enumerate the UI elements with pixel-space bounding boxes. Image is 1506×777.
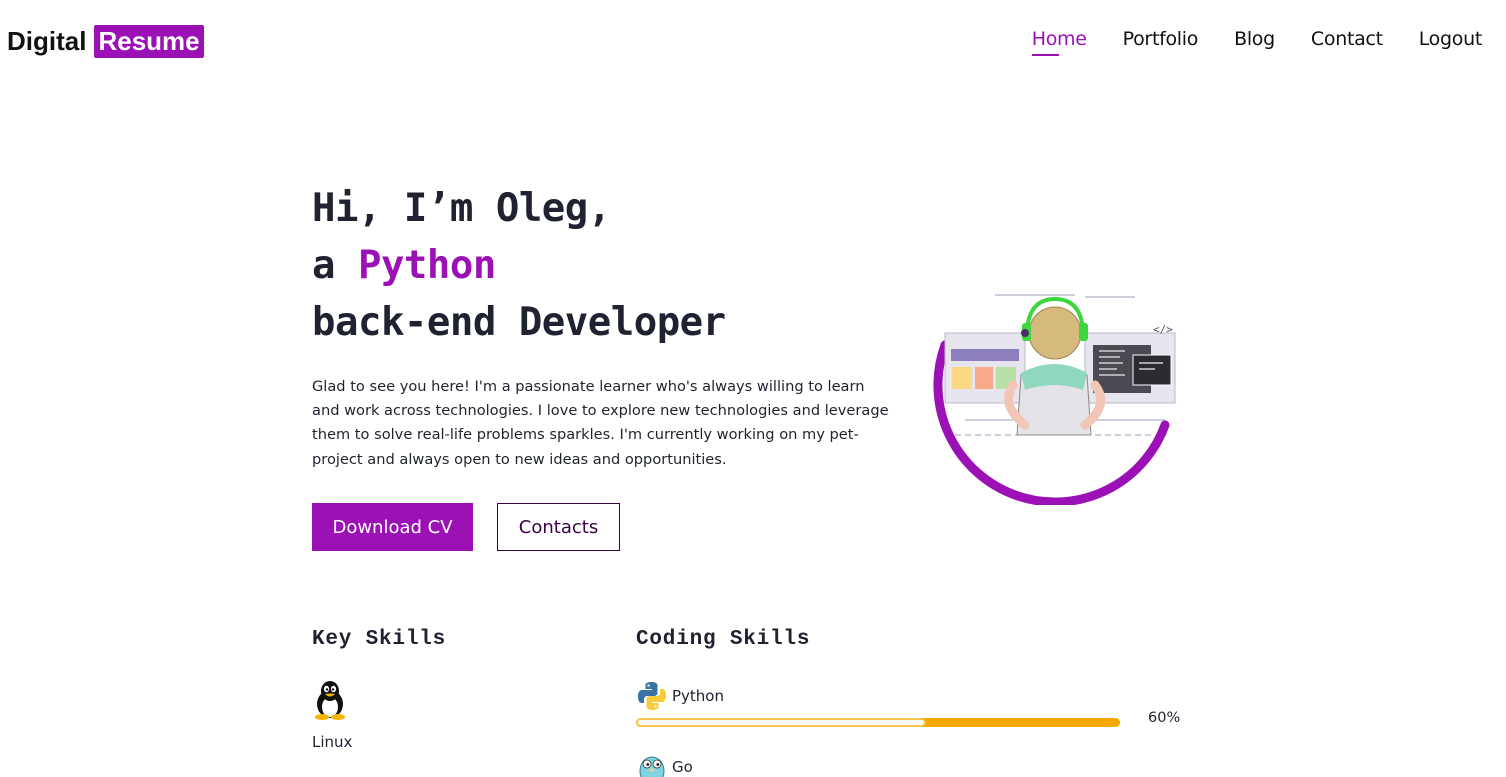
coding-skill-go: Go xyxy=(636,754,836,777)
logo-text-digital: Digital xyxy=(7,26,87,56)
coding-skill-name: Python xyxy=(672,687,724,705)
key-skills-heading: Key Skills xyxy=(312,628,447,651)
skill-progress-bar xyxy=(636,718,1120,727)
developer-at-desk-illustration: </> xyxy=(933,294,1176,505)
hero-title: Hi, I’m Oleg, a Python back-end Develope… xyxy=(312,180,726,351)
nav-contact[interactable]: Contact xyxy=(1311,28,1383,50)
key-skill-label: Linux xyxy=(312,733,353,751)
hero-title-accent: Python xyxy=(357,243,496,288)
hero-title-line1: Hi, I’m Oleg, xyxy=(312,186,611,231)
nav-home[interactable]: Home xyxy=(1031,28,1087,56)
skill-percent: 60% xyxy=(1148,710,1181,726)
hero-title-line3: back-end Developer xyxy=(312,300,726,345)
download-cv-button[interactable]: Download CV xyxy=(312,503,473,551)
hero-title-line2-prefix: a xyxy=(312,243,358,288)
gopher-icon xyxy=(639,756,665,777)
logo-text-resume: Resume xyxy=(94,25,204,58)
contacts-button[interactable]: Contacts xyxy=(497,503,620,551)
hero-description: Glad to see you here! I'm a passionate l… xyxy=(312,378,889,468)
nav-logout[interactable]: Logout xyxy=(1419,28,1483,50)
site-header: Digital Resume Home Portfolio Blog Conta… xyxy=(0,0,1506,82)
nav-blog[interactable]: Blog xyxy=(1234,28,1275,50)
coding-skill-name: Go xyxy=(672,758,693,776)
coding-skill-python: Python 60% xyxy=(636,680,1196,736)
tux-penguin-icon xyxy=(315,681,345,720)
key-skill-linux: Linux xyxy=(312,680,372,751)
nav-portfolio[interactable]: Portfolio xyxy=(1123,28,1199,50)
main-nav: Home Portfolio Blog Contact Logout xyxy=(1031,28,1483,56)
coding-skills-heading: Coding Skills xyxy=(636,628,811,651)
skill-progress-fill xyxy=(636,718,927,727)
python-logo-icon xyxy=(638,682,666,710)
svg-text:</>: </> xyxy=(1153,323,1173,336)
site-logo[interactable]: Digital Resume xyxy=(7,25,204,58)
